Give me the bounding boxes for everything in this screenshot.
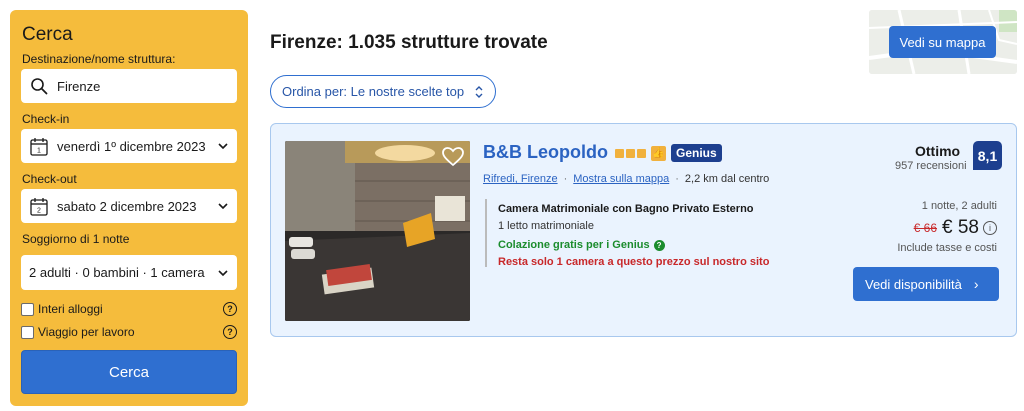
location-row: Rifredi, Firenze · Mostra sulla mappa · … (483, 173, 769, 185)
star-icon (626, 148, 635, 158)
destination-label: Destinazione/nome struttura: (22, 52, 176, 66)
calendar-day: 2 (37, 207, 41, 214)
room-divider (485, 199, 487, 267)
breakfast-offer: Colazione gratis per i Genius ? (498, 239, 665, 251)
checkout-value: sabato 2 dicembre 2023 (57, 198, 197, 214)
sort-dropdown[interactable]: Ordina per: Le nostre scelte top (270, 75, 496, 108)
chevron-right-icon: › (973, 276, 979, 292)
chevron-down-icon (218, 203, 228, 210)
current-price: € 58 (942, 217, 979, 238)
property-photo[interactable] (285, 141, 470, 321)
guests-select[interactable]: 2 adulti · 0 bambini · 1 camera (21, 255, 237, 290)
sort-label: Ordina per: Le nostre scelte top (282, 84, 465, 99)
scarcity-message: Resta solo 1 camera a questo prezzo sul … (498, 256, 770, 268)
calendar-icon: 1 (29, 136, 49, 156)
review-score-badge[interactable]: 8,1 (973, 141, 1002, 170)
business-trip-label: Viaggio per lavoro (38, 325, 135, 339)
checkin-date-field[interactable]: 1 venerdì 1º dicembre 2023 (21, 129, 237, 163)
room-photo-graphic (285, 141, 470, 321)
destination-value: Firenze (57, 78, 101, 94)
distance-text: 2,2 km dal centro (684, 173, 770, 185)
calendar-icon: 2 (29, 196, 49, 216)
thumbs-up-icon: 👍 (651, 145, 666, 161)
business-trip-checkbox[interactable] (21, 325, 34, 339)
room-title: Camera Matrimoniale con Bagno Privato Es… (498, 203, 754, 215)
help-icon[interactable]: ? (653, 239, 665, 251)
review-count: 957 recensioni (895, 160, 967, 172)
chevron-down-icon (218, 269, 228, 276)
star-icon (615, 148, 624, 158)
search-panel-title: Cerca (22, 24, 73, 45)
help-icon[interactable]: ? (223, 302, 237, 316)
sort-updown-icon (475, 85, 483, 98)
breakfast-text: Colazione gratis per i Genius (498, 239, 650, 251)
bed-info: 1 letto matrimoniale (498, 220, 594, 232)
checkout-label: Check-out (22, 172, 77, 186)
checkin-label: Check-in (22, 112, 70, 126)
guests-value: 2 adulti · 0 bambini · 1 camera (29, 265, 205, 280)
area-link[interactable]: Rifredi, Firenze (483, 173, 558, 185)
search-icon (29, 76, 49, 96)
checkout-date-field[interactable]: 2 sabato 2 dicembre 2023 (21, 189, 237, 223)
checkin-value: venerdì 1º dicembre 2023 (57, 138, 206, 154)
property-badges: 👍 Genius (615, 144, 722, 162)
whole-homes-row: Interi alloggi ? (21, 302, 237, 316)
help-icon[interactable]: ? (223, 325, 237, 339)
info-icon[interactable]: i (983, 221, 997, 235)
separator-dot: · (563, 173, 568, 185)
taxes-note: Include tasse e costi (897, 242, 997, 254)
price-row: € 66 € 58 i (914, 217, 997, 239)
original-price: € 66 (913, 221, 938, 235)
see-availability-button[interactable]: Vedi disponibilità › (853, 267, 999, 301)
property-card: B&B Leopoldo 👍 Genius Rifredi, Firenze ·… (270, 123, 1017, 337)
stay-length-label: Soggiorno di 1 notte (22, 232, 130, 246)
calendar-day: 1 (37, 147, 41, 154)
show-on-map-link[interactable]: Mostra sulla mappa (573, 173, 669, 185)
heart-icon[interactable] (442, 147, 464, 167)
destination-input[interactable]: Firenze (21, 69, 237, 103)
whole-homes-label: Interi alloggi (38, 302, 103, 316)
separator-dot: · (675, 173, 679, 185)
results-title: Firenze: 1.035 strutture trovate (270, 32, 548, 53)
chevron-down-icon (218, 143, 228, 150)
whole-homes-checkbox[interactable] (21, 302, 34, 316)
search-panel: Cerca Destinazione/nome struttura: Firen… (10, 10, 248, 406)
property-name[interactable]: B&B Leopoldo (483, 142, 608, 163)
nights-guests: 1 notte, 2 adulti (921, 200, 997, 212)
search-button[interactable]: Cerca (21, 350, 237, 394)
star-icon (637, 148, 646, 158)
rating-word: Ottimo (915, 143, 961, 159)
business-trip-row: Viaggio per lavoro ? (21, 325, 237, 339)
genius-badge: Genius (671, 144, 722, 162)
show-on-map-button[interactable]: Vedi su mappa (889, 26, 996, 58)
see-availability-label: Vedi disponibilità (865, 276, 962, 292)
